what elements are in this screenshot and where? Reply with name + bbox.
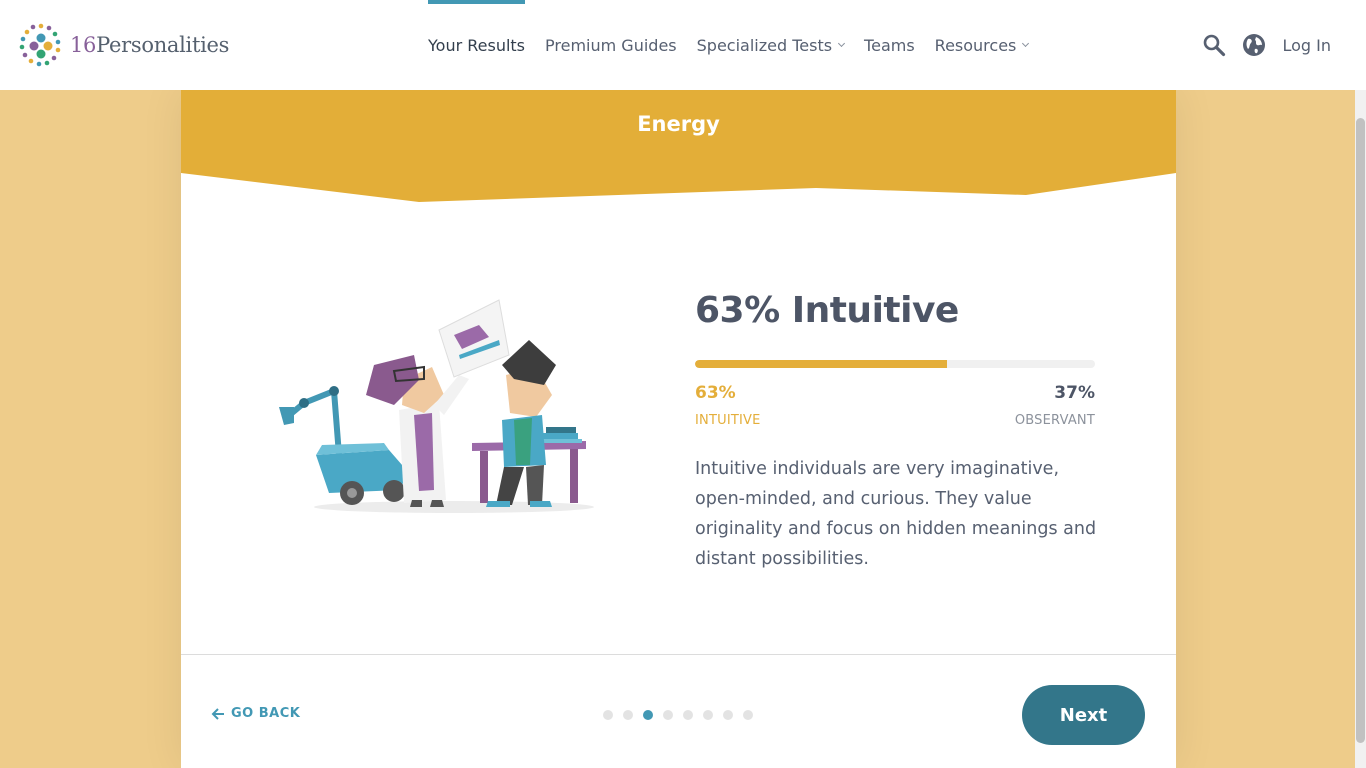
nav-premium-guides[interactable]: Premium Guides [535,0,687,90]
go-back-label: GO BACK [231,706,301,721]
pagination-dot-active[interactable] [643,710,653,720]
result-title: 63% Intuitive [695,290,959,331]
result-card: Energy 63% Intuitive 63% 37% INTUITIVE O… [181,90,1176,768]
nav-specialized-tests[interactable]: Specialized Tests [687,0,854,90]
observant-percent: 37% [1054,383,1095,403]
trait-progress-fill [695,360,947,368]
pagination-dot[interactable] [703,710,713,720]
chevron-down-icon [838,39,846,47]
header-actions: Log In [1202,0,1366,90]
nav-label: Teams [864,35,915,55]
nav-your-results[interactable]: Your Results [418,0,535,90]
nav-label: Your Results [428,35,526,55]
section-title: Energy [637,112,720,136]
trait-progress-bar [695,360,1095,368]
pagination-dot[interactable] [663,710,673,720]
banner [181,90,1176,202]
nav-label: Resources [934,35,1017,55]
intuitive-label: INTUITIVE [695,413,761,428]
pagination-dot[interactable] [723,710,733,720]
pagination-dot[interactable] [743,710,753,720]
arrow-left-icon [211,707,224,720]
scrollbar[interactable] [1355,90,1366,768]
logo-text: 16Personalities [70,33,230,57]
pagination-dot[interactable] [623,710,633,720]
pagination-dots [603,710,763,720]
intuitive-illustration [279,299,594,513]
scrollbar-thumb[interactable] [1356,118,1365,743]
go-back-button[interactable]: GO BACK [211,706,300,721]
logo[interactable]: 16Personalities [18,22,229,68]
nav-teams[interactable]: Teams [854,0,925,90]
next-button[interactable]: Next [1022,685,1145,745]
trait-description: Intuitive individuals are very imaginati… [695,459,1097,569]
site-header: 16Personalities Your Results Premium Gui… [0,0,1366,90]
divider [181,654,1176,655]
active-indicator [428,0,526,4]
logo-icon [19,23,61,67]
observant-label: OBSERVANT [1014,413,1095,428]
login-link[interactable]: Log In [1282,36,1331,55]
pagination-dot[interactable] [683,710,693,720]
chevron-down-icon [1022,39,1030,47]
intuitive-percent: 63% [695,383,736,403]
pagination-dot[interactable] [603,710,613,720]
nav-label: Specialized Tests [696,35,833,55]
globe-icon[interactable] [1242,33,1266,57]
nav-label: Premium Guides [545,35,677,55]
main-nav: Your Results Premium Guides Specialized … [418,0,1038,90]
nav-resources[interactable]: Resources [925,0,1039,90]
search-icon[interactable] [1202,33,1226,57]
